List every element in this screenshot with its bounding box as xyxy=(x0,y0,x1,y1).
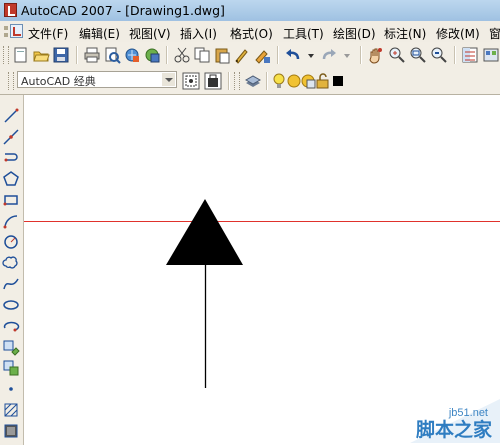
polygon-icon[interactable] xyxy=(2,170,20,188)
insert-block-icon[interactable] xyxy=(2,338,20,356)
toolbar-grip-handle[interactable] xyxy=(8,72,14,90)
toolbar-separator xyxy=(454,46,456,64)
menu-bar: 文件(F) 编辑(E) 视图(V) 插入(I) 格式(O) 工具(T) 绘图(D… xyxy=(0,21,500,43)
menu-format[interactable]: 格式(O) xyxy=(230,25,273,42)
polyline-icon[interactable] xyxy=(2,149,20,167)
toolbar-grip-handle[interactable] xyxy=(234,72,240,90)
design-center-icon[interactable] xyxy=(482,46,500,64)
chevron-down-icon[interactable] xyxy=(162,73,175,86)
gradient-icon[interactable] xyxy=(2,422,20,440)
arrowhead-triangle xyxy=(166,199,243,265)
document-icon[interactable] xyxy=(10,24,23,38)
print-icon[interactable] xyxy=(83,46,101,64)
menu-modify[interactable]: 修改(M) xyxy=(436,25,480,42)
rectangle-icon[interactable] xyxy=(2,191,20,209)
save-icon[interactable] xyxy=(52,46,70,64)
layer-color-swatch-icon[interactable] xyxy=(329,72,347,90)
draw-toolbar xyxy=(0,95,24,445)
toolbar-grip-handle[interactable] xyxy=(3,46,9,64)
menu-view[interactable]: 视图(V) xyxy=(129,25,171,42)
make-block-icon[interactable] xyxy=(2,359,20,377)
undo-icon[interactable] xyxy=(284,46,302,64)
paste-icon[interactable] xyxy=(213,46,231,64)
standard-toolbar xyxy=(0,42,500,69)
revision-cloud-icon[interactable] xyxy=(2,254,20,272)
autocad-app-icon[interactable] xyxy=(4,3,17,17)
toolbar-separator xyxy=(266,72,268,90)
block-editor-icon[interactable] xyxy=(253,46,271,64)
spline-icon[interactable] xyxy=(2,275,20,293)
new-file-icon[interactable] xyxy=(12,46,30,64)
zoom-window-icon[interactable] xyxy=(409,46,427,64)
menu-grip-handle[interactable] xyxy=(2,24,10,39)
menu-file[interactable]: 文件(F) xyxy=(28,25,68,42)
workspace-dropdown-value: AutoCAD 经典 xyxy=(21,75,96,88)
match-properties-icon[interactable] xyxy=(233,46,251,64)
copy-icon[interactable] xyxy=(193,46,211,64)
point-icon[interactable] xyxy=(2,380,20,398)
3d-dwf-icon[interactable] xyxy=(143,46,161,64)
open-folder-icon[interactable] xyxy=(32,46,50,64)
toolbar-separator xyxy=(360,46,362,64)
toolbar-separator xyxy=(76,46,78,64)
watermark-site-name: 脚本之家 xyxy=(415,419,492,441)
drawing-canvas[interactable] xyxy=(24,95,500,445)
toolbar-separator xyxy=(277,46,279,64)
menu-window[interactable]: 窗 xyxy=(489,25,500,42)
publish-icon[interactable] xyxy=(123,46,141,64)
hatch-icon[interactable] xyxy=(2,401,20,419)
ellipse-arc-icon[interactable] xyxy=(2,317,20,335)
workspace-settings-icon[interactable] xyxy=(182,72,200,90)
zoom-previous-icon[interactable] xyxy=(430,46,448,64)
ellipse-icon[interactable] xyxy=(2,296,20,314)
arc-icon[interactable] xyxy=(2,212,20,230)
site-watermark: jb51.net 脚本之家 xyxy=(390,397,500,445)
window-title: AutoCAD 2007 - [Drawing1.dwg] xyxy=(21,3,225,18)
plot-preview-icon[interactable] xyxy=(103,46,121,64)
redo-icon[interactable] xyxy=(320,46,338,64)
undo-dropdown-icon[interactable] xyxy=(302,46,320,64)
title-bar: AutoCAD 2007 - [Drawing1.dwg] xyxy=(0,0,500,22)
menu-insert[interactable]: 插入(I) xyxy=(180,25,217,42)
circle-icon[interactable] xyxy=(2,233,20,251)
menu-draw[interactable]: 绘图(D) xyxy=(333,25,376,42)
lock-toolbar-icon[interactable] xyxy=(204,72,222,90)
cut-icon[interactable] xyxy=(173,46,191,64)
zoom-realtime-icon[interactable] xyxy=(388,46,406,64)
toolbar-separator xyxy=(166,46,168,64)
drawing-area xyxy=(24,199,500,388)
properties-icon[interactable] xyxy=(461,46,479,64)
layer-manager-icon[interactable] xyxy=(244,72,262,90)
toolbar-separator xyxy=(228,72,230,90)
redo-dropdown-icon[interactable] xyxy=(338,46,356,64)
line-icon[interactable] xyxy=(2,107,20,125)
workspace-dropdown[interactable]: AutoCAD 经典 xyxy=(17,71,177,88)
construction-line-icon[interactable] xyxy=(2,128,20,146)
menu-edit[interactable]: 编辑(E) xyxy=(79,25,120,42)
menu-tools[interactable]: 工具(T) xyxy=(283,25,324,42)
menu-dimension[interactable]: 标注(N) xyxy=(384,25,426,42)
pan-realtime-icon[interactable] xyxy=(367,46,385,64)
